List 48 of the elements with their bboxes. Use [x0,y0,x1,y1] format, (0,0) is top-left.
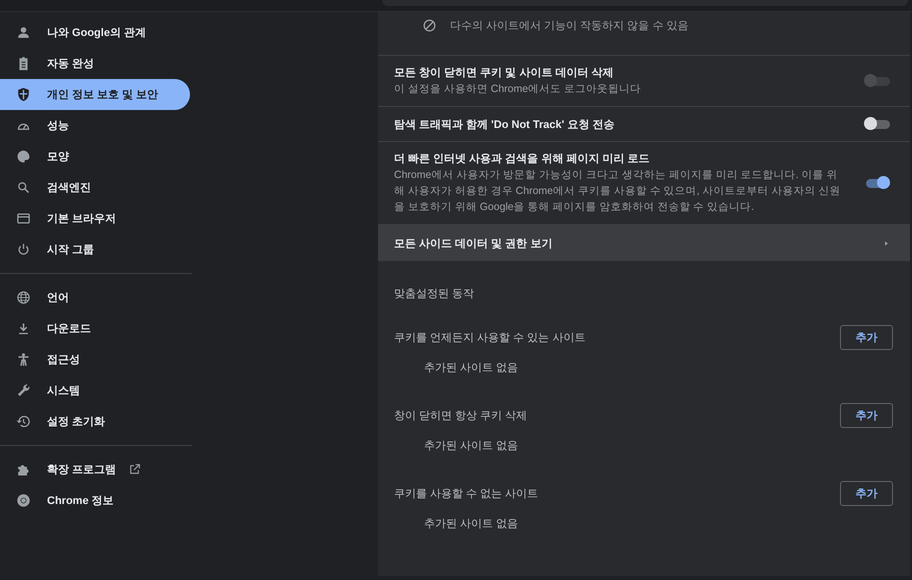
setting-title: 더 빠른 인터넷 사용과 검색을 위해 페이지 미리 로드 [394,152,650,166]
list-title: 쿠키를 사용할 수 없는 사이트 [394,486,538,500]
empty-list-text: 추가된 사이트 없음 [423,361,520,376]
power-icon [16,242,31,257]
list-title: 쿠키를 언제든지 사용할 수 있는 사이트 [394,330,586,344]
sidebar-item[interactable]: 개인 정보 보호 및 보안 [0,79,190,110]
setting-title: 탐색 트래픽과 함께 'Do Not Track' 요청 전송 [394,118,616,132]
empty-list-text: 추가된 사이트 없음 [423,439,520,454]
empty-list-text: 추가된 사이트 없음 [423,517,520,532]
sidebar-item[interactable]: Chrome 정보 [0,485,190,516]
setting-title: 모든 창이 닫히면 쿠키 및 사이트 데이터 삭제 [394,66,614,80]
external-link-icon[interactable] [128,463,142,476]
sidebar-item[interactable]: 다운로드 [0,313,190,344]
sidebar-item[interactable]: 성능 [0,110,190,141]
globe-icon [16,290,31,305]
add-button[interactable]: 추가 [840,324,893,350]
sidebar-item[interactable]: 모양 [0,141,190,172]
add-button[interactable]: 추가 [840,480,893,506]
toggle-switch[interactable] [864,118,890,130]
search-icon [16,180,31,195]
sidebar-item[interactable]: 시스템 [0,375,190,406]
sidebar-item[interactable]: 확장 프로그램 [0,454,190,485]
sidebar-item[interactable]: 기본 브라우저 [0,203,190,234]
toggle-switch[interactable] [864,177,890,189]
person-icon [16,25,31,40]
download-icon [16,321,31,336]
section-heading: 맞춤설정된 동작 [393,287,476,302]
browser-window-icon [16,211,31,226]
history-icon [16,414,31,429]
sidebar-item[interactable]: 접근성 [0,344,190,375]
sidebar-item[interactable]: 자동 완성 [0,48,190,79]
blocked-icon [422,18,437,33]
warning-text: 다수의 사이트에서 기능이 작동하지 않을 수 있음 [450,19,688,33]
puzzle-icon [16,462,31,477]
chevron-icon [883,240,890,246]
wrench-icon [16,383,31,398]
list-title: 창이 닫히면 항상 쿠키 삭제 [394,408,528,422]
sidebar-item[interactable]: 나와 Google의 관계 [0,17,190,48]
sidebar-item[interactable]: 언어 [0,282,190,313]
accessibility-icon [16,352,31,367]
setting-description: 이 설정을 사용하면 Chrome에서도 로그아웃됩니다 [394,82,642,97]
sidebar-item[interactable]: 시작 그룹 [0,234,190,265]
sidebar-item[interactable]: 검색엔진 [0,172,190,203]
add-button[interactable]: 추가 [840,402,893,428]
sidebar-item[interactable]: 설정 초기화 [0,406,190,437]
site-data-link-row[interactable]: 모든 사이드 데이터 및 권한 보기 [378,225,910,261]
setting-description: Chrome에서 사용자가 방문할 가능성이 크다고 생각하는 페이지를 미리 로드합니다. 이를 위해 사용자가 허용한 경우 Chrome에서 쿠키를 사용할 수 있으며, 사이트로부터 사용자의 신원을 보호하기 위해 Google을 통해 페이지를 암호화하여 전송할 수 있습니다. [394,168,842,215]
shield-icon [16,87,31,102]
